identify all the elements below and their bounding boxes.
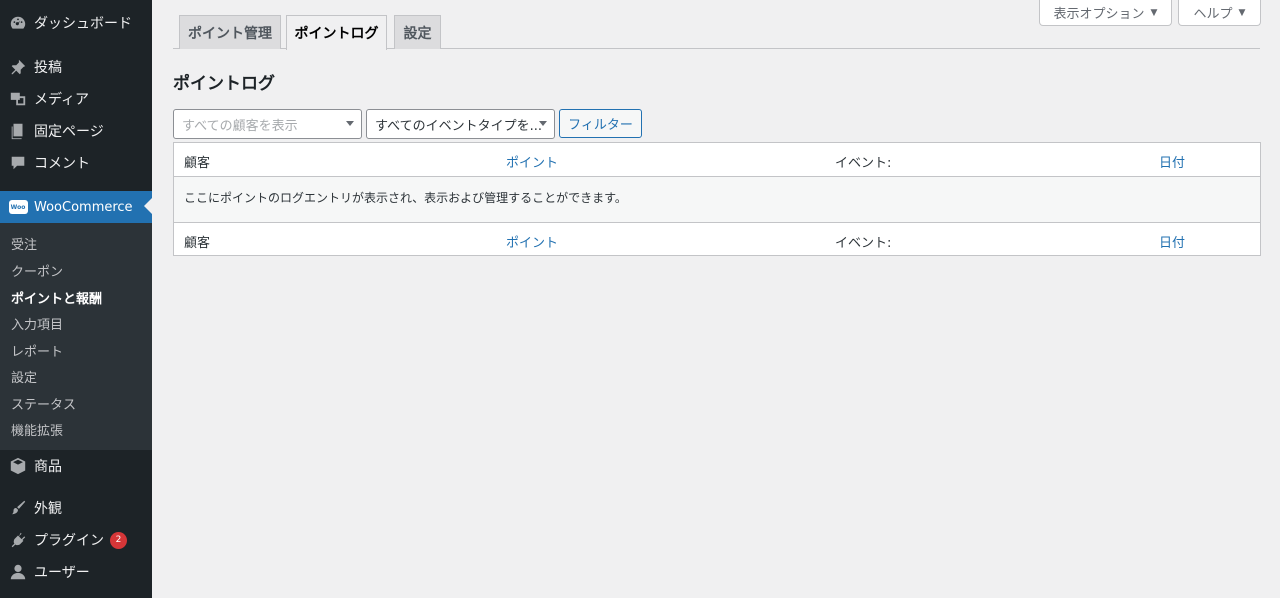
menu-posts[interactable]: 投稿: [0, 52, 152, 82]
menu-dashboard[interactable]: ダッシュボード: [0, 8, 152, 38]
column-date-sort[interactable]: 日付: [1159, 152, 1185, 171]
menu-woocommerce[interactable]: Woo WooCommerce: [0, 191, 152, 223]
event-type-select[interactable]: すべてのイベントタイプを...: [366, 109, 555, 139]
submenu-status[interactable]: ステータス: [11, 394, 76, 413]
current-menu-arrow: [144, 198, 152, 214]
page-icon: [8, 121, 28, 141]
menu-label: プラグイン: [34, 533, 104, 549]
menu-label: コメント: [34, 156, 90, 172]
table-header: 顧客 ポイント イベント: 日付: [174, 143, 1260, 177]
plugin-update-badge: 2: [110, 531, 127, 549]
customer-select[interactable]: すべての顧客を表示: [173, 109, 362, 139]
woo-icon: Woo: [8, 197, 28, 217]
woocommerce-submenu: 受注 クーポン ポイントと報酬 入力項目 レポート 設定 ステータス 機能拡張: [0, 223, 152, 450]
menu-label: メディア: [34, 92, 90, 108]
dashboard-icon: [8, 13, 28, 33]
menu-plugins[interactable]: プラグイン 2: [0, 525, 152, 555]
menu-label: ダッシュボード: [34, 16, 132, 32]
media-icon: [8, 89, 28, 109]
nav-tab-wrapper: ポイント管理 ポイントログ 設定: [173, 0, 1260, 50]
submenu-coupons[interactable]: クーポン: [11, 261, 63, 280]
menu-label: 投稿: [34, 60, 62, 76]
menu-products[interactable]: 商品: [0, 451, 152, 481]
column-customer: 顧客: [184, 156, 211, 171]
box-icon: [8, 456, 28, 476]
menu-appearance[interactable]: 外観: [0, 493, 152, 523]
plugin-icon: [8, 530, 28, 550]
submenu-orders[interactable]: 受注: [11, 234, 37, 253]
select-arrow-icon: [539, 121, 547, 126]
empty-message: ここにポイントのログエントリが表示され、表示および管理することができます。: [184, 191, 627, 205]
menu-label: 外観: [34, 501, 62, 517]
pin-icon: [8, 57, 28, 77]
submenu-extensions[interactable]: 機能拡張: [11, 420, 63, 439]
submenu-fields[interactable]: 入力項目: [11, 314, 63, 333]
menu-label: 商品: [34, 459, 62, 475]
submenu-reports[interactable]: レポート: [11, 341, 63, 360]
table-footer: 顧客 ポイント イベント: 日付: [174, 222, 1260, 256]
menu-label: ユーザー: [34, 565, 90, 581]
tab-points-log[interactable]: ポイントログ: [286, 15, 387, 50]
menu-label: 固定ページ: [34, 124, 104, 140]
user-icon: [8, 562, 28, 582]
brush-icon: [8, 498, 28, 518]
column-event: イベント:: [835, 236, 892, 251]
points-log-table: 顧客 ポイント イベント: 日付 ここにポイントのログエントリが表示され、表示お…: [173, 142, 1261, 256]
menu-users[interactable]: ユーザー: [0, 557, 152, 587]
column-customer: 顧客: [184, 236, 211, 251]
comment-icon: [8, 153, 28, 173]
submenu-points-rewards[interactable]: ポイントと報酬: [11, 288, 102, 307]
menu-comments[interactable]: コメント: [0, 148, 152, 178]
event-type-select-value: すべてのイベントタイプを...: [375, 118, 542, 134]
table-row: ここにポイントのログエントリが表示され、表示および管理することができます。: [174, 177, 1260, 222]
column-event: イベント:: [835, 156, 892, 171]
page-title: ポイントログ: [173, 74, 275, 94]
customer-select-placeholder: すべての顧客を表示: [182, 118, 298, 134]
admin-sidebar: ダッシュボード 投稿 メディア 固定ページ コメント Woo WooCommer…: [0, 0, 152, 598]
tab-points-management[interactable]: ポイント管理: [179, 15, 281, 49]
tab-settings[interactable]: 設定: [394, 15, 441, 49]
column-date-sort[interactable]: 日付: [1159, 232, 1185, 251]
filter-button[interactable]: フィルター: [559, 109, 642, 138]
column-points-sort[interactable]: ポイント: [506, 152, 558, 171]
menu-pages[interactable]: 固定ページ: [0, 116, 152, 146]
column-points-sort[interactable]: ポイント: [506, 232, 558, 251]
menu-media[interactable]: メディア: [0, 84, 152, 114]
submenu-settings[interactable]: 設定: [11, 367, 37, 386]
select-arrow-icon: [346, 121, 354, 126]
menu-label: WooCommerce: [34, 199, 133, 215]
